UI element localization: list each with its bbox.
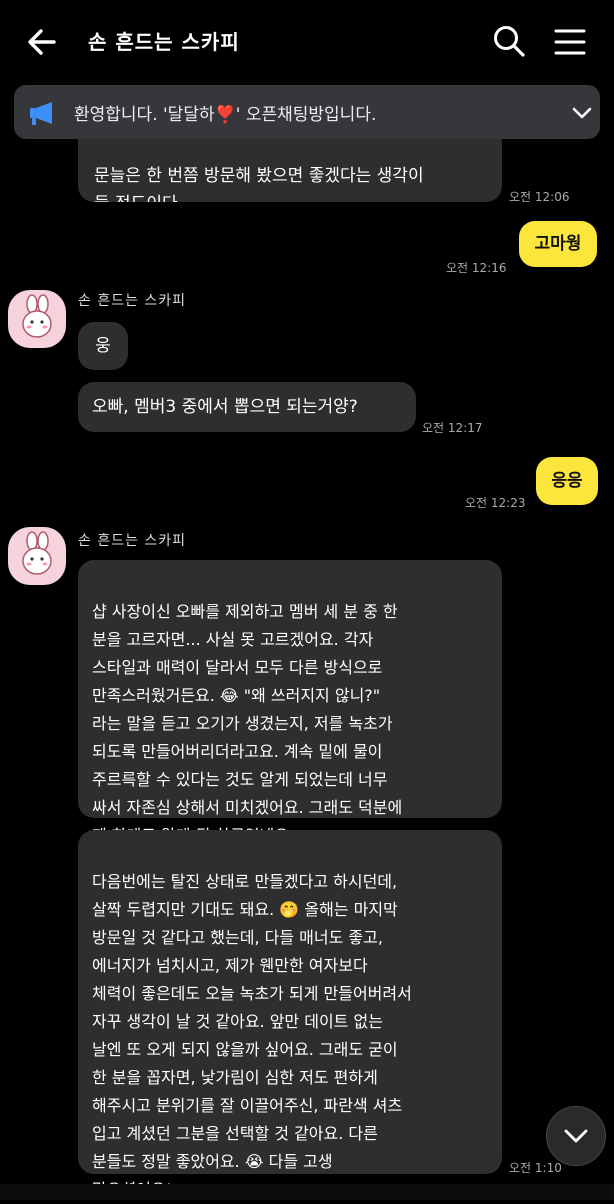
avatar[interactable] — [8, 527, 66, 585]
search-button[interactable] — [492, 24, 526, 58]
message-text: 샵 사장이신 오빠를 제외하고 멤버 세 분 중 한 분을 고르자면... 사실… — [92, 602, 403, 845]
message-text: 웅 — [95, 336, 111, 356]
message-text: 다음번에는 탈진 상태로 만들겠다고 하시던데, 살짝 두렵지만 기대도 돼요.… — [92, 872, 412, 1199]
message-timestamp: 오전 1:10 — [509, 1161, 562, 1175]
back-arrow-icon — [28, 29, 56, 55]
message-timestamp: 오전 12:23 — [465, 496, 526, 510]
message-text: 고마웡 — [534, 234, 582, 254]
chat-title: 손 흔드는 스카피 — [88, 30, 240, 54]
avatar[interactable] — [8, 290, 66, 348]
menu-button[interactable] — [552, 24, 588, 60]
bunny-character-icon — [22, 531, 52, 575]
message-bubble[interactable]: 웅 — [78, 322, 128, 370]
message-text: 문늘은 한 번쯤 방문해 봤으면 좋겠다는 생각이 들 정도이다. — [94, 166, 424, 202]
menu-icon — [554, 29, 586, 55]
my-message-bubble[interactable]: 고마웡 — [519, 221, 597, 267]
sender-name: 손 흔드는 스카피 — [78, 293, 187, 309]
my-message-bubble[interactable]: 응응 — [536, 457, 598, 505]
notice-text: 환영합니다. '달달하❣️' 오픈채팅방입니다. — [74, 105, 377, 125]
message-bubble[interactable]: 다음번에는 탈진 상태로 만들겠다고 하시던데, 살짝 두렵지만 기대도 돼요.… — [78, 830, 502, 1199]
message-timestamp: 오전 12:16 — [446, 261, 507, 275]
chevron-down-icon[interactable] — [570, 101, 594, 125]
sender-name: 손 흔드는 스카피 — [78, 533, 187, 549]
megaphone-icon — [30, 102, 52, 125]
chat-header: 손 흔드는 스카피 — [0, 0, 614, 82]
message-timestamp: 오전 12:06 — [509, 190, 570, 204]
input-bar-edge — [0, 1184, 614, 1200]
message-timestamp: 오전 12:17 — [422, 421, 483, 435]
scroll-to-bottom-button[interactable] — [546, 1106, 606, 1166]
search-icon — [494, 26, 525, 57]
message-bubble[interactable]: 오빠, 멤버3 중에서 뽑으면 되는거양? — [78, 382, 416, 432]
notice-banner[interactable]: 환영합니다. '달달하❣️' 오픈채팅방입니다. — [14, 85, 600, 139]
bunny-character-icon — [22, 294, 52, 338]
back-button[interactable] — [22, 22, 62, 62]
message-text: 오빠, 멤버3 중에서 뽑으면 되는거양? — [92, 397, 358, 417]
message-text: 응응 — [551, 471, 583, 491]
message-bubble[interactable]: 샵 사장이신 오빠를 제외하고 멤버 세 분 중 한 분을 고르자면... 사실… — [78, 560, 502, 845]
chevron-down-icon — [564, 1129, 588, 1143]
